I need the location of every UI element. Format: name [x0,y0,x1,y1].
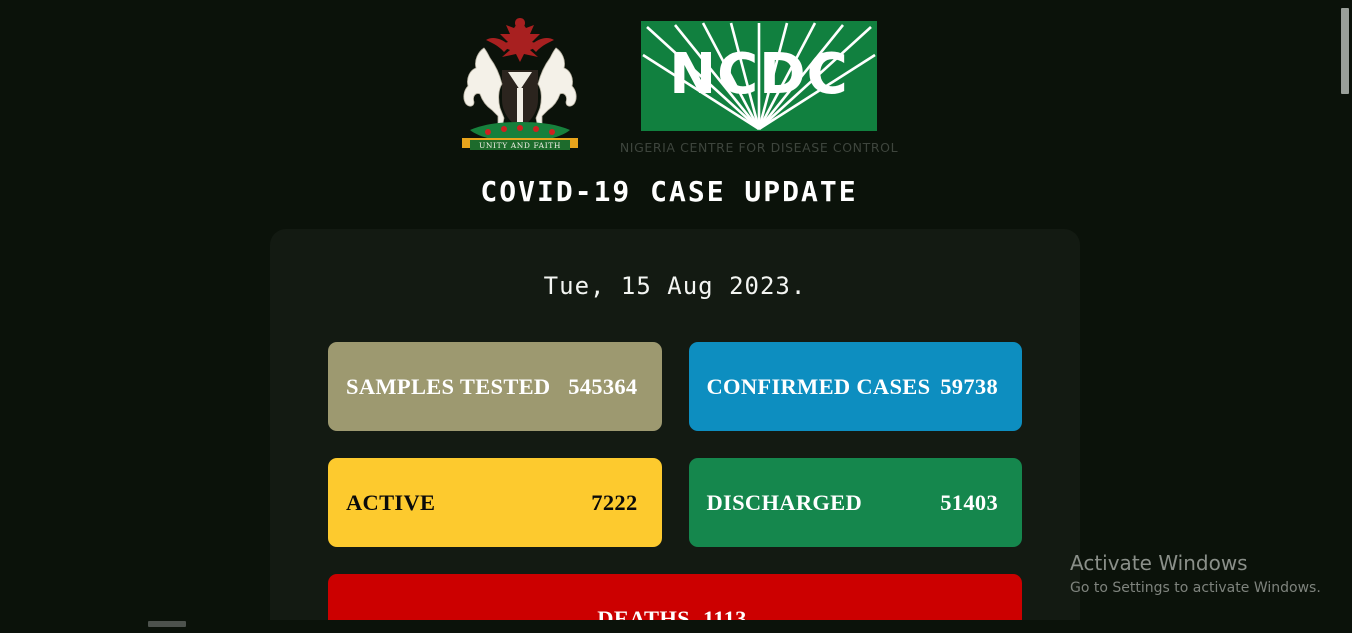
stat-value: 51403 [940,489,998,515]
report-date: Tue, 15 Aug 2023. [543,272,807,300]
watermark-subtitle: Go to Settings to activate Windows. [1070,580,1321,596]
stat-value: 7222 [591,489,638,515]
vertical-scrollbar-thumb[interactable] [1341,8,1349,94]
ncdc-subtitle: NIGERIA CENTRE FOR DISEASE CONTROL [619,140,899,155]
stat-label: SAMPLES TESTED [346,373,551,399]
horizontal-scrollbar-thumb[interactable] [148,621,186,627]
horizontal-scrollbar[interactable] [0,620,1338,627]
stat-card-active: ACTIVE 7222 [328,458,662,547]
stat-card-confirmed-cases: CONFIRMED CASES 59738 [688,342,1022,431]
stat-label: CONFIRMED CASES [706,373,931,399]
ncdc-logo-icon: NCDC [640,21,877,131]
vertical-scrollbar[interactable] [1338,0,1352,633]
stat-card-grid: SAMPLES TESTED 545364 CONFIRMED CASES 59… [328,342,1022,627]
stat-label: ACTIVE [346,489,436,515]
windows-activation-watermark: Activate Windows Go to Settings to activ… [1070,550,1338,596]
page-title: COVID-19 CASE UPDATE [480,175,858,208]
header-logos: UNITY AND FAITH NCDC NIGERIA CENTRE FOR … [0,0,1338,155]
stat-card-samples-tested: SAMPLES TESTED 545364 [328,342,662,431]
ncdc-logo-block: NCDC NIGERIA CENTRE FOR DISEASE CONTROL [620,21,898,155]
nigeria-coat-of-arms-icon: UNITY AND FAITH [461,18,578,150]
stat-label: DISCHARGED [706,489,863,515]
case-update-panel: Tue, 15 Aug 2023. SAMPLES TESTED 545364 … [270,229,1080,627]
svg-text:UNITY AND FAITH: UNITY AND FAITH [479,141,561,150]
svg-text:NCDC: NCDC [669,42,849,107]
watermark-title: Activate Windows [1070,551,1248,575]
page-content: UNITY AND FAITH NCDC NIGERIA CENTRE FOR … [0,0,1338,627]
stat-card-discharged: DISCHARGED 51403 [688,458,1022,547]
stat-value: 545364 [568,373,638,399]
stat-value: 59738 [940,373,998,399]
